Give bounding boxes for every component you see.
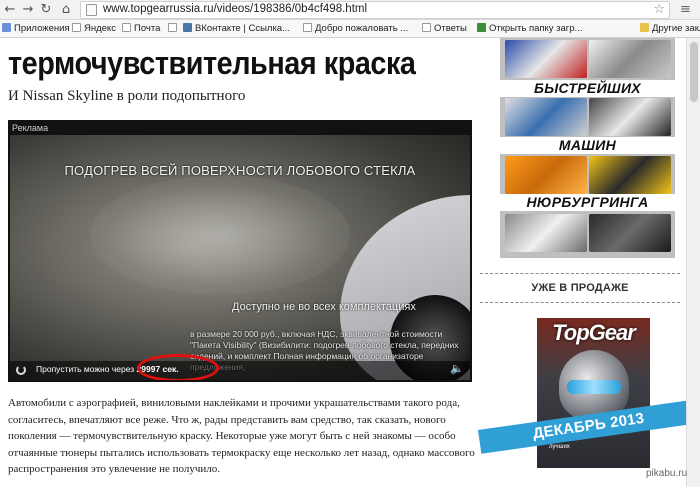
- helmet-visor: [567, 380, 621, 394]
- bookmark-vk[interactable]: ВКонтакте | Ссылка...: [183, 23, 290, 34]
- issue-subtitle: лучших: [549, 444, 570, 450]
- page-subtitle: И Nissan Skyline в роли подопытного: [8, 88, 246, 104]
- bookmark-answers[interactable]: Ответы: [422, 23, 467, 34]
- bookmark-yandex[interactable]: Яндекс: [72, 23, 116, 34]
- banner-word: БЫСТРЕЙШИХ: [500, 80, 675, 97]
- watermark: pikabu.ru: [646, 468, 688, 479]
- car-thumbnail: [505, 98, 587, 136]
- car-thumbnail: [589, 156, 671, 194]
- video-caption: ПОДОГРЕВ ВСЕЙ ПОВЕРХНОСТИ ЛОБОВОГО СТЕКЛ…: [64, 163, 416, 178]
- bookmark-downloads[interactable]: Открыть папку загр...: [477, 23, 582, 34]
- page-icon: [303, 23, 312, 32]
- bookmark-apps[interactable]: Приложения: [2, 23, 70, 34]
- bookmarks-bar: Приложения Яндекс Почта ВКонтакте | Ссыл…: [0, 20, 700, 38]
- water-spray: [90, 175, 350, 295]
- volume-icon[interactable]: 🔈: [450, 362, 464, 375]
- address-toolbar: ← → ↻ ⌂ www.topgearrussia.ru/videos/1983…: [0, 0, 700, 20]
- banner-word: МАШИН: [500, 137, 675, 154]
- back-arrow-icon[interactable]: ←: [2, 2, 18, 18]
- download-icon: [477, 23, 486, 32]
- car-thumbnail: [589, 98, 671, 136]
- car-thumbnail: [589, 40, 671, 78]
- magazine-cover[interactable]: TopGear 20 лучших: [537, 318, 650, 468]
- ad-label: Реклама: [12, 123, 49, 133]
- url-text[interactable]: www.topgearrussia.ru/videos/198386/0b4cf…: [103, 3, 367, 15]
- scrollbar[interactable]: [686, 38, 700, 487]
- page-icon: [86, 4, 97, 16]
- reload-icon[interactable]: ↻: [38, 2, 54, 18]
- url-field[interactable]: www.topgearrussia.ru/videos/198386/0b4cf…: [80, 1, 670, 19]
- menu-icon[interactable]: ≡: [680, 2, 691, 17]
- bookmark-blank[interactable]: [168, 23, 180, 34]
- article-text: Автомобили с аэрографией, виниловыми нак…: [8, 397, 475, 475]
- sidebar-ad-banner[interactable]: БЫСТРЕЙШИХ МАШИН НЮРБУРГРИНГА: [500, 38, 675, 258]
- scrollbar-thumb[interactable]: [690, 42, 698, 102]
- car-thumbnail: [589, 214, 671, 252]
- divider: [480, 302, 680, 303]
- car-thumbnail: [505, 40, 587, 78]
- bookmark-other[interactable]: Другие закл: [640, 23, 700, 34]
- forward-arrow-icon[interactable]: →: [20, 2, 36, 18]
- car-thumbnail: [505, 156, 587, 194]
- divider: [480, 273, 680, 274]
- video-frame[interactable]: ПОДОГРЕВ ВСЕЙ ПОВЕРХНОСТИ ЛОБОВОГО СТЕКЛ…: [10, 135, 470, 380]
- mail-icon: [122, 23, 131, 32]
- home-icon[interactable]: ⌂: [58, 2, 74, 18]
- yandex-icon: [72, 23, 81, 32]
- player-controls: Пропустить можно через 29997 сек. 🔈: [10, 361, 470, 380]
- bookmark-welcome[interactable]: Добро пожаловать ...: [303, 23, 408, 34]
- video-player[interactable]: Реклама ПОДОГРЕВ ВСЕЙ ПОВЕРХНОСТИ ЛОБОВО…: [8, 120, 472, 382]
- magazine-logo: TopGear: [552, 320, 636, 345]
- page-title: термочувствительная краска: [8, 45, 416, 81]
- banner-word: НЮРБУРГРИНГА: [500, 194, 675, 211]
- bookmark-star-icon[interactable]: ☆: [653, 2, 665, 17]
- video-note: Доступно не во всех комплектациях: [232, 301, 416, 313]
- answers-icon: [422, 23, 431, 32]
- bookmark-mail[interactable]: Почта: [122, 23, 160, 34]
- vk-icon: [183, 23, 192, 32]
- car-thumbnail: [505, 214, 587, 252]
- folder-icon: [640, 23, 649, 32]
- loading-spinner-icon: [16, 365, 26, 375]
- highlight-circle: [137, 354, 219, 380]
- on-sale-label: УЖЕ В ПРОДАЖЕ: [531, 282, 629, 294]
- page-icon: [168, 23, 177, 32]
- apps-icon: [2, 23, 11, 32]
